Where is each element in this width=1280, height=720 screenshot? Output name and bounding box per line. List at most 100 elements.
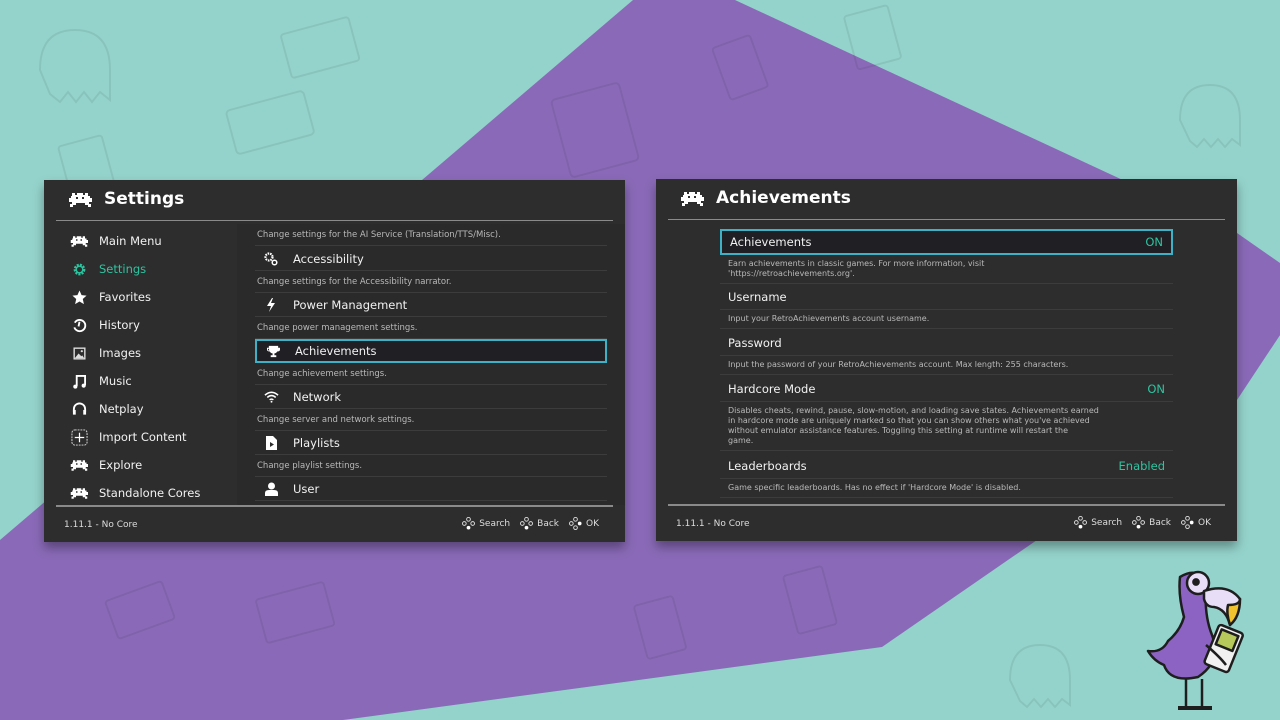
lightning-icon [263,297,279,312]
star-icon [70,289,88,305]
dodo-bird-mascot-icon [1146,570,1244,710]
menu-item-network[interactable]: Network [255,385,607,409]
gamepad-button-icon [520,517,534,530]
sidebar-item-label: Music [99,374,132,388]
sidebar-item-label: Netplay [99,402,144,416]
window-title: Settings [104,189,185,209]
header-divider [668,219,1225,220]
sidebar-item-label: Settings [99,262,147,276]
setting-value: Enabled [1118,458,1165,473]
settings-content-list: Change settings for the AI Service (Tran… [237,224,625,505]
retroarch-invader-icon [681,192,704,206]
gear-icon [70,261,88,277]
sidebar-item-explore[interactable]: Explore [70,455,142,475]
menu-item-power-management[interactable]: Power Management [255,293,607,317]
gamepad-button-icon [1132,516,1146,529]
setting-label: Username [728,289,787,304]
retroarch-invader-icon [70,233,88,249]
wifi-icon [263,390,279,404]
header-divider [56,220,613,221]
sidebar: Main Menu Settings Favorites History Ima… [44,224,237,504]
setting-description: Input the password of your RetroAchievem… [720,356,1173,375]
menu-item-label: Playlists [293,435,340,450]
sidebar-item-label: Images [99,346,142,360]
item-description: Change settings for the AI Service (Tran… [255,224,607,246]
footer: 1.11.1 - No Core Search Back OK [44,507,625,542]
sidebar-item-music[interactable]: Music [70,371,132,391]
menu-item-playlists[interactable]: Playlists [255,431,607,455]
sidebar-item-import-content[interactable]: Import Content [70,427,187,447]
menu-item-label: Network [293,389,342,404]
item-description: Change achievement settings. [255,363,607,385]
menu-item-label: Achievements [295,344,377,358]
setting-description: Game specific leaderboards. Has no effec… [720,479,1173,498]
window-title: Achievements [716,188,851,208]
setting-description: Input your RetroAchievements account use… [720,310,1173,329]
gamepad-button-icon [1181,516,1194,529]
sidebar-item-favorites[interactable]: Favorites [70,287,151,307]
item-description: Change power management settings. [255,317,607,339]
achievements-window: Achievements Achievements ON Earn achiev… [656,179,1237,541]
version-label: 1.11.1 - No Core [64,520,138,530]
retroarch-invader-icon [70,485,88,501]
sidebar-item-standalone-cores[interactable]: Standalone Cores [70,483,200,503]
setting-hardcore-mode-toggle[interactable]: Hardcore Mode ON [720,376,1173,402]
setting-label: Leaderboards [728,458,807,473]
setting-label: Password [728,335,782,350]
menu-item-user[interactable]: User [255,477,607,501]
sidebar-item-label: Explore [99,458,143,472]
setting-description: Earn achievements in classic games. For … [720,255,1173,284]
gamepad-button-icon [569,517,582,530]
sidebar-item-label: History [99,318,140,332]
sidebar-item-settings[interactable]: Settings [70,259,146,279]
sidebar-item-images[interactable]: Images [70,343,141,363]
setting-value: ON [1147,381,1165,396]
footer: 1.11.1 - No Core Search Back OK [656,506,1237,541]
gears-icon [263,251,279,266]
setting-achievements-toggle[interactable]: Achievements ON [720,229,1173,255]
sidebar-item-history[interactable]: History [70,315,140,335]
setting-description: Disables cheats, rewind, pause, slow-mot… [720,402,1173,451]
sidebar-item-main-menu[interactable]: Main Menu [70,231,162,251]
window-header: Settings [44,180,625,220]
menu-item-label: User [293,481,320,496]
search-hint[interactable]: Search [1091,518,1122,528]
menu-item-label: Accessibility [293,251,364,266]
menu-item-accessibility[interactable]: Accessibility [255,247,607,271]
back-hint[interactable]: Back [537,519,559,529]
headset-icon [70,401,88,417]
back-hint[interactable]: Back [1149,518,1171,528]
button-hints: Search Back OK [462,517,605,530]
item-description: Change settings for the Accessibility na… [255,271,607,293]
menu-item-achievements[interactable]: Achievements [255,339,607,363]
setting-username[interactable]: Username [720,284,1173,310]
sidebar-item-label: Favorites [99,290,151,304]
settings-window: Settings Main Menu Settings Favorites Hi… [44,180,625,542]
menu-item-label: Power Management [293,297,408,312]
history-icon [70,317,88,333]
ok-hint[interactable]: OK [586,519,599,529]
gamepad-button-icon [462,517,476,530]
sidebar-item-label: Import Content [99,430,187,444]
sidebar-item-label: Main Menu [99,234,162,248]
retroarch-invader-icon [69,193,92,207]
user-icon [263,482,279,496]
sidebar-item-netplay[interactable]: Netplay [70,399,144,419]
setting-password[interactable]: Password [720,330,1173,356]
music-note-icon [70,373,88,389]
playlist-file-icon [263,435,279,450]
ok-hint[interactable]: OK [1198,518,1211,528]
add-icon [70,428,88,446]
setting-label: Hardcore Mode [728,381,816,396]
setting-value: ON [1145,235,1163,249]
setting-label: Achievements [730,235,812,249]
button-hints: Search Back OK [1074,516,1217,529]
image-icon [70,345,88,361]
search-hint[interactable]: Search [479,519,510,529]
trophy-icon [265,344,281,358]
gamepad-button-icon [1074,516,1088,529]
setting-leaderboards[interactable]: Leaderboards Enabled [720,453,1173,479]
sidebar-item-label: Standalone Cores [99,486,201,500]
window-header: Achievements [656,179,1237,219]
retroarch-invader-icon [70,457,88,473]
